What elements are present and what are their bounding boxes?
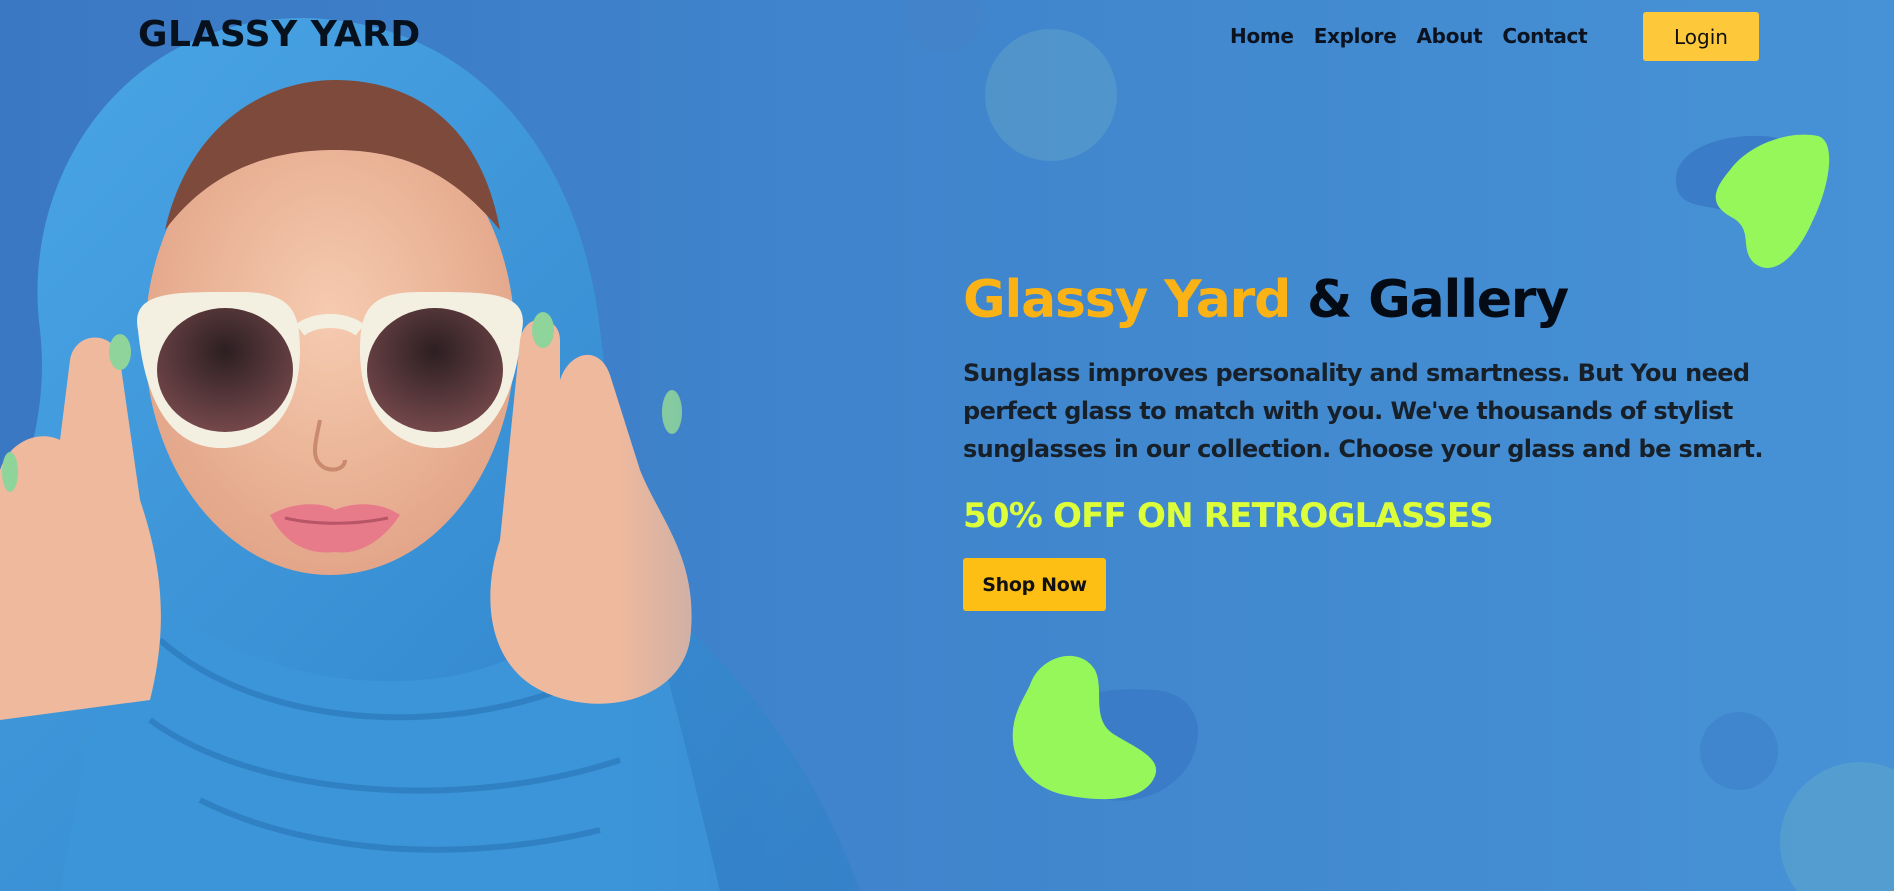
decor-green-blob xyxy=(1676,134,1830,268)
main-nav: Home Explore About Contact xyxy=(1230,24,1588,48)
nav-link-home[interactable]: Home xyxy=(1230,24,1294,48)
decor-green-blob xyxy=(1012,655,1199,801)
hero-title: Glassy Yard & Gallery xyxy=(963,268,1793,332)
promo-text: 50% OFF ON RETROGLASSES xyxy=(963,496,1494,536)
landing-page: GLASSY YARD Home Explore About Contact L… xyxy=(0,0,1894,891)
decor-circle xyxy=(1700,712,1778,790)
decor-circle xyxy=(985,29,1117,161)
decor-circle xyxy=(905,0,983,53)
hero-model-image xyxy=(0,0,880,891)
login-button[interactable]: Login xyxy=(1643,12,1759,61)
brand-logo[interactable]: GLASSY YARD xyxy=(138,14,421,55)
hero-section: Glassy Yard & Gallery Sunglass improves … xyxy=(963,268,1793,611)
hero-description: Sunglass improves personality and smartn… xyxy=(963,359,1763,463)
nav-link-explore[interactable]: Explore xyxy=(1314,24,1397,48)
nav-link-about[interactable]: About xyxy=(1417,24,1483,48)
decor-circle xyxy=(1780,762,1894,891)
hero-title-accent: Glassy Yard xyxy=(963,270,1291,330)
shop-now-button[interactable]: Shop Now xyxy=(963,558,1106,611)
hero-title-rest: & Gallery xyxy=(1307,270,1569,330)
nav-link-contact[interactable]: Contact xyxy=(1502,24,1587,48)
